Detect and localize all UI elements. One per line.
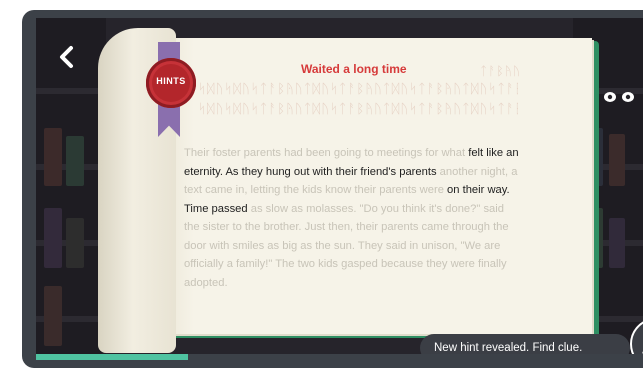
rune-text: ᛏᚨᛒᚤᚢ [480, 64, 522, 78]
device-frame: HINTS Waited a long time ᛏᚨᛒᚤᚢ ᛋᛞᚢᛋᛞᚢᛋᛏᚨ… [22, 10, 643, 368]
chevron-left-icon [60, 46, 73, 68]
shelf-book [44, 208, 62, 268]
story-sentence: Their foster parents had been going to m… [184, 147, 466, 159]
eyes-icon [604, 92, 634, 102]
game-screen: HINTS Waited a long time ᛏᚨᛒᚤᚢ ᛋᛞᚢᛋᛞᚢᛋᛏᚨ… [36, 18, 643, 360]
shelf-book [44, 128, 62, 186]
rune-text: ᛋᛞᚢᛋᛞᚢᛋᛏᚨᛒᚤᚢᛏᛞᚢᛋᛏᚨᛒᚤᚢᛏᛞᚢᛋᛏᚨᛒᚤᚢᛏᛞᚢᛋᛏᚨᛒᚤᚢᛏ… [198, 102, 518, 117]
story-clue[interactable]: parents [399, 166, 436, 178]
progress-bar [36, 354, 643, 360]
shelf-book [44, 286, 62, 346]
hints-label: HINTS [156, 76, 186, 86]
back-button[interactable] [52, 42, 82, 72]
rune-text: ᛋᛞᚢᛋᛞᚢᛋᛏᚨᛒᚤᚢᛏᛞᚢᛋᛏᚨᛒᚤᚢᛏᛞᚢᛋᛏᚨᛒᚤᚢᛏᛞᚢᛋᛏᚨᛒᚤᚢᛏ… [198, 82, 518, 97]
progress-fill [36, 354, 188, 360]
hints-button[interactable]: HINTS [146, 58, 196, 108]
shelf-book [66, 136, 84, 186]
story-sentence: as slow as molasses. "Do you think it's … [184, 202, 509, 289]
page-title: Waited a long time [301, 62, 407, 76]
shelf-book [66, 218, 84, 268]
story-text: Their foster parents had been going to m… [184, 144, 522, 292]
shelf-book [609, 134, 625, 186]
shelf-book [609, 218, 625, 268]
eyes-button[interactable] [599, 86, 643, 108]
